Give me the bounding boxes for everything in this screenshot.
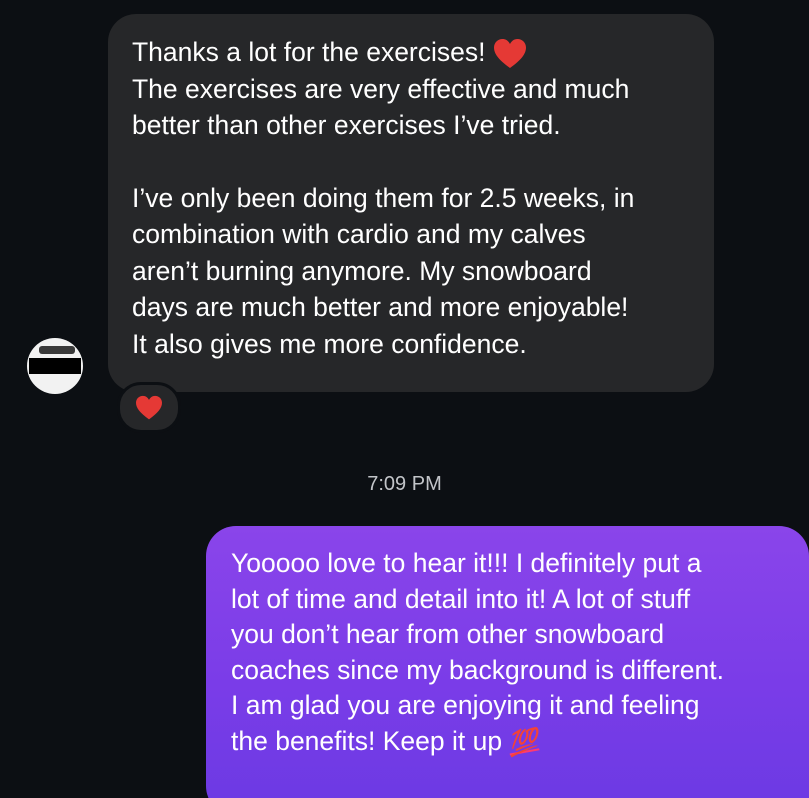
hundred-points-icon: 💯 <box>505 726 541 758</box>
incoming-message-text-2: I’ve only been doing them for 2.5 weeks,… <box>132 182 635 359</box>
incoming-message-text-1: Thanks a lot for the exercises! <box>132 37 486 67</box>
message-timestamp: 7:09 PM <box>367 473 442 495</box>
red-heart-icon <box>493 37 527 68</box>
avatar[interactable] <box>27 338 83 394</box>
incoming-message-bubble[interactable]: Thanks a lot for the exercises! The exer… <box>108 14 714 392</box>
incoming-message-text-1b: The exercises are very effective and muc… <box>132 73 630 141</box>
reaction-badge[interactable] <box>117 382 181 433</box>
red-heart-icon <box>135 395 163 421</box>
avatar-image <box>39 346 75 354</box>
outgoing-message-text: Yooooo love to hear it!!! I definitely p… <box>231 548 724 756</box>
outgoing-message-bubble[interactable]: Yooooo love to hear it!!! I definitely p… <box>206 526 809 798</box>
chat-thread: Thanks a lot for the exercises! The exer… <box>0 0 809 798</box>
incoming-message-line-1: Thanks a lot for the exercises! <box>132 34 690 71</box>
outgoing-message-line: Yooooo love to hear it!!! I definitely p… <box>231 546 789 760</box>
redaction-bar <box>29 358 81 374</box>
